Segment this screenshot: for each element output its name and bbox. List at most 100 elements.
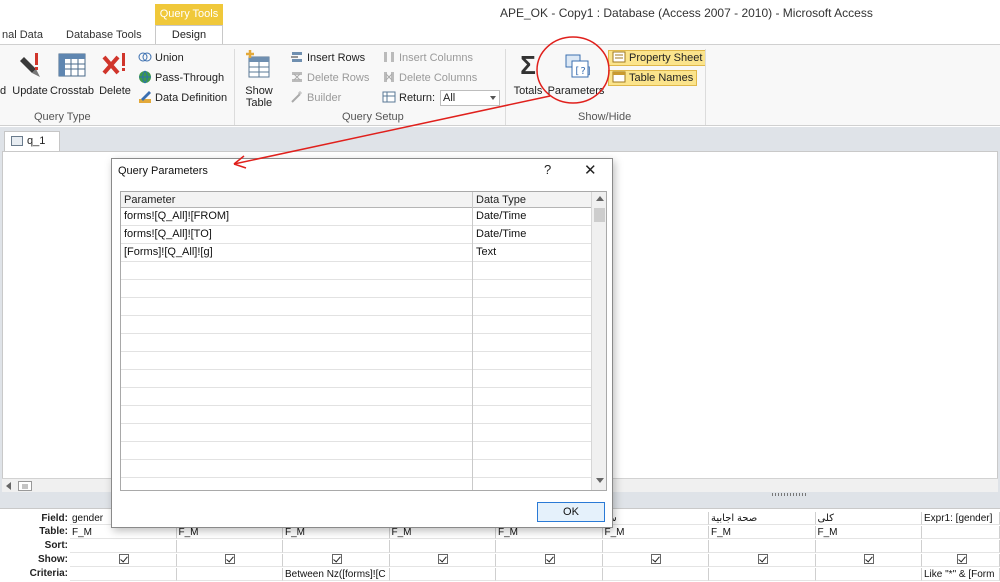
data-type-cell[interactable]: Text <box>473 244 591 262</box>
parameter-cell[interactable] <box>121 334 473 352</box>
criteria-cell[interactable] <box>70 568 177 581</box>
parameter-cell[interactable] <box>121 352 473 370</box>
data-type-cell[interactable] <box>473 388 591 406</box>
parameter-cell[interactable]: [Forms]![Q_All]![g] <box>121 244 473 262</box>
table-row[interactable]: forms![Q_All]![TO] Date/Time <box>121 226 591 244</box>
data-type-cell[interactable] <box>473 442 591 460</box>
vertical-scrollbar[interactable] <box>591 192 606 490</box>
table-row[interactable] <box>121 298 591 316</box>
table-cell[interactable]: F_M <box>815 526 922 539</box>
criteria-cell[interactable] <box>709 568 816 581</box>
crosstab-button[interactable]: Crosstab <box>50 49 94 109</box>
delete-columns-button[interactable]: Delete Columns <box>382 69 477 87</box>
delete-query-button[interactable]: Delete <box>97 49 133 109</box>
sort-cell[interactable] <box>389 540 496 553</box>
ok-button[interactable]: OK <box>537 502 605 522</box>
table-row[interactable] <box>121 370 591 388</box>
show-checkbox[interactable] <box>225 554 236 564</box>
delete-rows-button[interactable]: Delete Rows <box>290 69 369 87</box>
property-sheet-button[interactable]: Property Sheet <box>608 50 707 66</box>
data-type-cell[interactable] <box>473 406 591 424</box>
data-type-cell[interactable]: Date/Time <box>473 226 591 244</box>
data-type-cell[interactable] <box>473 352 591 370</box>
data-type-cell[interactable]: Date/Time <box>473 208 591 226</box>
table-row[interactable] <box>121 478 591 490</box>
show-cell[interactable] <box>815 554 922 567</box>
return-select[interactable]: All <box>440 90 500 106</box>
show-checkbox[interactable] <box>956 554 967 564</box>
parameter-cell[interactable] <box>121 316 473 334</box>
show-checkbox[interactable] <box>544 554 555 564</box>
update-button[interactable]: Update <box>11 49 49 109</box>
builder-button[interactable]: Builder <box>290 89 341 107</box>
table-cell[interactable] <box>922 526 1000 539</box>
sort-cell[interactable] <box>496 540 603 553</box>
field-cell[interactable]: صحة اجابية <box>709 512 816 525</box>
table-row[interactable] <box>121 334 591 352</box>
show-cell[interactable] <box>283 554 390 567</box>
scroll-thumb[interactable] <box>594 208 605 222</box>
criteria-cell[interactable] <box>815 568 922 581</box>
splitter-grip[interactable] <box>772 493 808 496</box>
parameter-cell[interactable] <box>121 424 473 442</box>
parameter-cell[interactable]: forms![Q_All]![TO] <box>121 226 473 244</box>
scroll-up-icon[interactable] <box>596 196 604 201</box>
parameter-cell[interactable] <box>121 298 473 316</box>
show-checkbox[interactable] <box>118 554 129 564</box>
parameter-cell[interactable] <box>121 478 473 490</box>
criteria-cell[interactable]: Between Nz([forms]![C <box>283 568 390 581</box>
data-type-cell[interactable] <box>473 280 591 298</box>
sort-cell[interactable] <box>176 540 283 553</box>
parameter-cell[interactable] <box>121 262 473 280</box>
tab-design[interactable]: Design <box>155 25 223 45</box>
parameter-cell[interactable] <box>121 280 473 298</box>
table-row[interactable] <box>121 424 591 442</box>
scroll-thumb-icon[interactable] <box>18 481 32 491</box>
scroll-left-icon[interactable] <box>4 481 14 491</box>
show-checkbox[interactable] <box>438 554 449 564</box>
table-row[interactable] <box>121 280 591 298</box>
show-checkbox[interactable] <box>331 554 342 564</box>
data-type-cell[interactable] <box>473 370 591 388</box>
tab-database-tools[interactable]: Database Tools <box>66 26 142 44</box>
criteria-cell[interactable] <box>176 568 283 581</box>
parameter-cell[interactable] <box>121 406 473 424</box>
criteria-cell[interactable]: Like "*" & [Form <box>922 568 1000 581</box>
show-cell[interactable] <box>922 554 1000 567</box>
sort-cell[interactable] <box>602 540 709 553</box>
close-button[interactable]: ✕ <box>584 161 597 179</box>
show-cell[interactable] <box>389 554 496 567</box>
sort-cell[interactable] <box>922 540 1000 553</box>
table-row[interactable] <box>121 442 591 460</box>
show-checkbox[interactable] <box>757 554 768 564</box>
parameter-cell[interactable] <box>121 460 473 478</box>
table-row[interactable] <box>121 316 591 334</box>
field-cell[interactable]: Expr1: [gender] <box>922 512 1000 525</box>
table-row[interactable] <box>121 460 591 478</box>
union-button[interactable]: Union <box>138 49 184 67</box>
tab-external-data[interactable]: nal Data <box>2 26 43 44</box>
insert-rows-button[interactable]: Insert Rows <box>290 49 365 67</box>
table-cell[interactable]: F_M <box>602 526 709 539</box>
show-checkbox[interactable] <box>864 554 875 564</box>
data-definition-button[interactable]: Data Definition <box>138 89 227 107</box>
parameter-cell[interactable]: forms![Q_All]![FROM] <box>121 208 473 226</box>
totals-button[interactable]: Σ Totals <box>511 49 545 109</box>
sort-cell[interactable] <box>70 540 177 553</box>
help-button[interactable]: ? <box>544 162 551 177</box>
table-names-button[interactable]: Table Names <box>608 70 698 86</box>
data-type-cell[interactable] <box>473 460 591 478</box>
table-row[interactable] <box>121 388 591 406</box>
data-type-cell[interactable] <box>473 478 591 490</box>
show-checkbox[interactable] <box>651 554 662 564</box>
table-row[interactable]: [Forms]![Q_All]![g] Text <box>121 244 591 262</box>
parameter-cell[interactable] <box>121 442 473 460</box>
criteria-cell[interactable] <box>389 568 496 581</box>
show-cell[interactable] <box>176 554 283 567</box>
sort-cell[interactable] <box>815 540 922 553</box>
insert-columns-button[interactable]: Insert Columns <box>382 49 473 67</box>
data-type-cell[interactable] <box>473 316 591 334</box>
data-type-cell[interactable] <box>473 298 591 316</box>
sort-cell[interactable] <box>709 540 816 553</box>
scroll-down-icon[interactable] <box>596 478 604 483</box>
